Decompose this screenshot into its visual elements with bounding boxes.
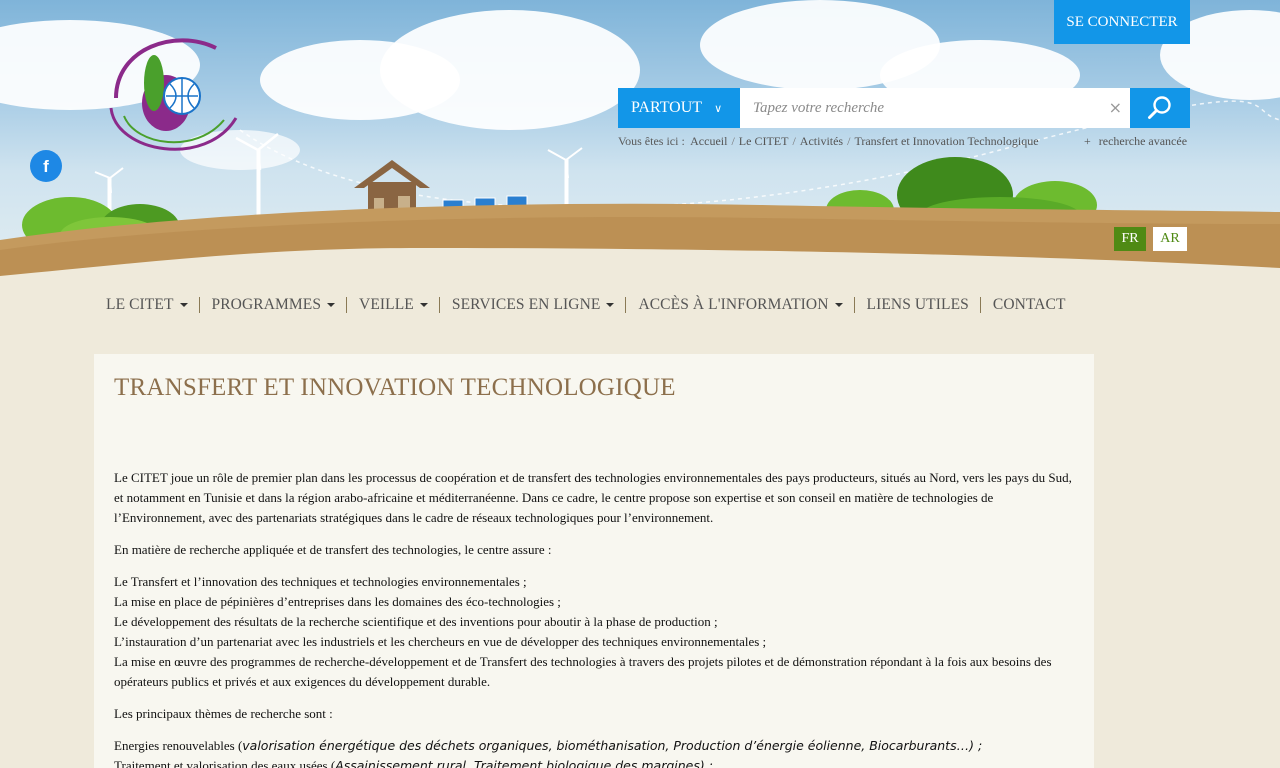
- search-icon: [1148, 96, 1171, 119]
- breadcrumb-item-activites[interactable]: Activités: [800, 134, 843, 148]
- search-field: ×: [740, 88, 1130, 128]
- caret-down-icon: [834, 303, 843, 308]
- advanced-search-label: recherche avancée: [1098, 134, 1188, 148]
- language-ar-button[interactable]: AR: [1153, 227, 1187, 251]
- theme-detail: valorisation énergétique des déchets org…: [242, 738, 983, 753]
- nav-item-programmes[interactable]: PROGRAMMES: [198, 296, 347, 313]
- nav-item-veille[interactable]: VEILLE: [346, 297, 439, 313]
- search-button[interactable]: [1130, 88, 1190, 128]
- themes-list: Energies renouvelables (valorisation éne…: [114, 736, 1079, 768]
- list-item: L’instauration d’un partenariat avec les…: [114, 634, 767, 649]
- page-title: TRANSFERT ET INNOVATION TECHNOLOGIQUE: [114, 374, 676, 401]
- advanced-search-link[interactable]: + recherche avancée: [1084, 134, 1187, 149]
- breadcrumb-separator: /: [792, 134, 796, 148]
- breadcrumb-item-home[interactable]: Accueil: [690, 134, 727, 148]
- theme-name: Traitement et valorisation des eaux usée…: [114, 758, 336, 768]
- main-navigation: LE CITET PROGRAMMES VEILLE SERVICES EN L…: [94, 294, 1077, 316]
- list-item: Energies renouvelables (valorisation éne…: [114, 736, 1079, 756]
- caret-down-icon: [419, 303, 428, 308]
- caret-down-icon: [179, 303, 188, 308]
- nav-item-label: LE CITET: [106, 296, 174, 313]
- nav-item-label: LIENS UTILES: [866, 296, 969, 313]
- breadcrumb-item-citet[interactable]: Le CITET: [739, 134, 789, 148]
- nav-item-label: VEILLE: [359, 296, 414, 313]
- search-input[interactable]: [740, 88, 1130, 128]
- caret-down-icon: [327, 303, 336, 308]
- chevron-down-icon: ∨: [714, 102, 723, 115]
- list-item: La mise en œuvre des programmes de reche…: [114, 654, 1052, 689]
- breadcrumb-prefix: Vous êtes ici :: [618, 134, 685, 148]
- search-scope-dropdown[interactable]: PARTOUT ∨: [618, 88, 740, 128]
- content-panel: TRANSFERT ET INNOVATION TECHNOLOGIQUE Le…: [94, 354, 1094, 768]
- article-body: Le CITET joue un rôle de premier plan da…: [114, 468, 1079, 768]
- intro-paragraph: Le CITET joue un rôle de premier plan da…: [114, 470, 1072, 525]
- search-scope-label: PARTOUT: [631, 99, 703, 116]
- nav-item-acces-information[interactable]: ACCÈS À L'INFORMATION: [625, 297, 853, 313]
- theme-detail: Assainissement rural, Traitement biologi…: [335, 758, 713, 768]
- nav-item-services-en-ligne[interactable]: SERVICES EN LIGNE: [438, 296, 626, 313]
- nav-item-label: PROGRAMMES: [211, 296, 322, 313]
- header-banner: f SE CONNECTER PARTOUT ∨ × Vous êtes ici…: [0, 0, 1280, 285]
- citet-logo[interactable]: [96, 28, 246, 168]
- list-item: Le Transfert et l’innovation des techniq…: [114, 574, 527, 589]
- nav-item-liens-utiles[interactable]: LIENS UTILES: [853, 296, 980, 313]
- breadcrumb-separator: /: [731, 134, 735, 148]
- breadcrumb-item-current: Transfert et Innovation Technologique: [854, 134, 1039, 148]
- list-item: Le développement des résultats de la rec…: [114, 614, 718, 629]
- nav-item-label: CONTACT: [992, 296, 1066, 313]
- nav-item-le-citet[interactable]: LE CITET: [94, 297, 199, 313]
- breadcrumb-separator: /: [847, 134, 851, 148]
- themes-heading: Les principaux thèmes de recherche sont …: [114, 706, 333, 721]
- theme-name: Energies renouvelables (: [114, 738, 243, 753]
- nav-item-label: ACCÈS À L'INFORMATION: [638, 296, 829, 313]
- clear-search-icon[interactable]: ×: [1109, 98, 1122, 117]
- plus-icon: +: [1084, 134, 1091, 148]
- breadcrumb: Vous êtes ici : Accueil / Le CITET / Activit…: [618, 134, 1039, 149]
- facebook-glyph: f: [43, 156, 49, 176]
- nav-item-label: SERVICES EN LIGNE: [451, 296, 601, 313]
- language-fr-button[interactable]: FR: [1114, 227, 1146, 251]
- nav-item-contact[interactable]: CONTACT: [979, 296, 1077, 313]
- facebook-icon[interactable]: f: [30, 150, 62, 182]
- assure-heading: En matière de recherche appliquée et de …: [114, 542, 552, 557]
- list-item: La mise en place de pépinières d’entrepr…: [114, 594, 561, 609]
- list-item: Traitement et valorisation des eaux usée…: [114, 756, 1079, 768]
- login-button[interactable]: SE CONNECTER: [1054, 0, 1190, 44]
- assure-list: Le Transfert et l’innovation des techniq…: [114, 572, 1079, 692]
- caret-down-icon: [606, 303, 615, 308]
